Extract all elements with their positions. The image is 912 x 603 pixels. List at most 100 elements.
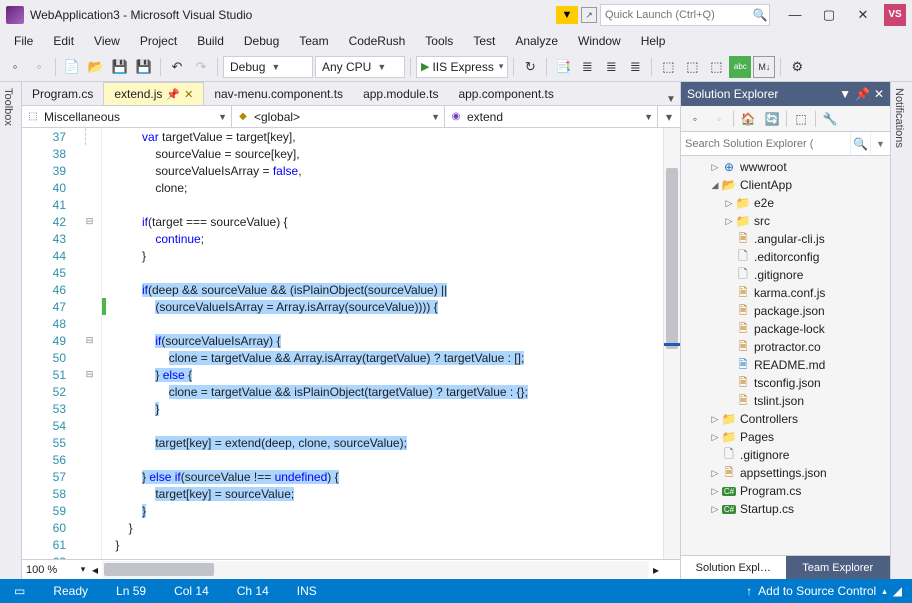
status-ins[interactable]: INS <box>283 584 331 598</box>
document-tab[interactable]: extend.js📌✕ <box>103 82 204 105</box>
solution-search-input[interactable] <box>681 132 850 155</box>
tab-solution-explorer[interactable]: Solution Expl… <box>681 556 786 579</box>
notifications-tab[interactable]: Notifications <box>891 82 907 154</box>
tree-node[interactable]: 🗋.gitignore <box>681 266 890 284</box>
se-properties[interactable]: 🔧 <box>820 109 840 129</box>
tree-node[interactable]: 🗋.editorconfig <box>681 248 890 266</box>
tree-node[interactable]: ▷📁Controllers <box>681 410 890 428</box>
tree-node[interactable]: 🗎.angular-cli.js <box>681 230 890 248</box>
tool-b[interactable]: ⬚ <box>681 56 703 78</box>
close-icon[interactable]: ✕ <box>874 87 884 101</box>
tree-node[interactable]: ▷📁e2e <box>681 194 890 212</box>
vs-account-badge[interactable]: VS <box>884 4 906 26</box>
tree-node[interactable]: 🗎README.md <box>681 356 890 374</box>
zoom-level[interactable]: 100 % <box>22 564 78 576</box>
close-icon[interactable]: ✕ <box>184 88 193 101</box>
redo-button[interactable]: ↷ <box>190 56 212 78</box>
tree-node[interactable]: 🗎package.json <box>681 302 890 320</box>
code-content[interactable]: var targetValue = target[key], sourceVal… <box>102 128 663 559</box>
tree-node[interactable]: ▷C#Program.cs <box>681 482 890 500</box>
document-tab[interactable]: nav-menu.component.ts <box>204 83 353 105</box>
document-tab[interactable]: app.module.ts <box>353 83 448 105</box>
tree-node[interactable]: 🗎protractor.co <box>681 338 890 356</box>
document-tab[interactable]: Program.cs <box>22 83 103 105</box>
tool-f[interactable]: ⚙ <box>786 56 808 78</box>
quick-launch-input[interactable] <box>601 9 751 21</box>
horizontal-scrollbar[interactable] <box>102 561 649 578</box>
tool-a[interactable]: ⬚ <box>657 56 679 78</box>
tool-d[interactable]: abc <box>729 56 751 78</box>
feedback-button[interactable]: ↗ <box>581 7 597 23</box>
undo-button[interactable]: ↶ <box>166 56 188 78</box>
vertical-scrollbar[interactable] <box>663 128 680 559</box>
pin-icon[interactable]: 📌 <box>855 87 870 101</box>
maximize-button[interactable]: ▢ <box>812 4 846 26</box>
tree-node[interactable]: ◢📂ClientApp <box>681 176 890 194</box>
menu-team[interactable]: Team <box>289 32 338 50</box>
tree-node[interactable]: 🗎karma.conf.js <box>681 284 890 302</box>
document-tab[interactable]: app.component.ts <box>448 83 563 105</box>
nav-back-button[interactable]: ◦ <box>4 56 26 78</box>
toggle-1[interactable]: 📑 <box>552 56 574 78</box>
nav-forward-button[interactable]: ◦ <box>28 56 50 78</box>
open-file-button[interactable]: 📂 <box>85 56 107 78</box>
search-icon[interactable]: 🔍 <box>850 132 870 155</box>
new-project-button[interactable]: 📄 <box>61 56 83 78</box>
nav-combo-type[interactable]: ◆<global>▼ <box>232 106 445 127</box>
toggle-4[interactable]: ≣ <box>624 56 646 78</box>
toolbox-tab[interactable]: Toolbox <box>0 82 16 132</box>
se-showall[interactable]: ⬚ <box>791 109 811 129</box>
nav-combo-scope[interactable]: ⬚Miscellaneous▼ <box>22 106 232 127</box>
menu-analyze[interactable]: Analyze <box>505 32 568 50</box>
nav-combo-member[interactable]: ◉extend▼ <box>445 106 658 127</box>
code-editor[interactable]: 3738394041424344454647484950515253545556… <box>22 128 680 559</box>
add-source-control[interactable]: Add to Source Control <box>758 584 876 598</box>
tree-node[interactable]: ▷🗎appsettings.json <box>681 464 890 482</box>
close-button[interactable]: ✕ <box>846 4 880 26</box>
se-sync[interactable]: 🔄 <box>762 109 782 129</box>
platform-combo[interactable]: Any CPU▼ <box>315 56 405 78</box>
menu-file[interactable]: File <box>4 32 43 50</box>
tree-node[interactable]: 🗎tsconfig.json <box>681 374 890 392</box>
menu-build[interactable]: Build <box>187 32 234 50</box>
se-fwd[interactable]: ◦ <box>709 109 729 129</box>
solution-tree[interactable]: ▷⊕wwwroot◢📂ClientApp▷📁e2e▷📁src🗎.angular-… <box>681 156 890 555</box>
tool-e[interactable]: M↓ <box>753 56 775 78</box>
menu-debug[interactable]: Debug <box>234 32 289 50</box>
save-all-button[interactable]: 💾 <box>133 56 155 78</box>
tool-c[interactable]: ⬚ <box>705 56 727 78</box>
source-control-icon[interactable]: ↑ <box>746 584 752 598</box>
menu-tools[interactable]: Tools <box>415 32 463 50</box>
quick-launch-search[interactable]: 🔍 <box>600 4 770 26</box>
menu-edit[interactable]: Edit <box>43 32 84 50</box>
tab-team-explorer[interactable]: Team Explorer <box>786 556 891 579</box>
tree-node[interactable]: 🗎package-lock <box>681 320 890 338</box>
se-home[interactable]: 🏠 <box>738 109 758 129</box>
menu-window[interactable]: Window <box>568 32 631 50</box>
toggle-3[interactable]: ≣ <box>600 56 622 78</box>
tree-node[interactable]: ▷⊕wwwroot <box>681 158 890 176</box>
tree-node[interactable]: ▷📁src <box>681 212 890 230</box>
toggle-2[interactable]: ≣ <box>576 56 598 78</box>
pin-icon[interactable]: 📌 <box>166 88 180 101</box>
folding-gutter[interactable]: ⊟⊟⊟ <box>78 128 102 559</box>
tree-node[interactable]: 🗎tslint.json <box>681 392 890 410</box>
feedback-flag-icon[interactable]: ▼ <box>556 6 578 24</box>
split-editor-button[interactable]: ▾ <box>658 106 680 127</box>
tree-node[interactable]: 🗋.gitignore <box>681 446 890 464</box>
menu-coderush[interactable]: CodeRush <box>339 32 416 50</box>
browser-link-button[interactable]: ↻ <box>519 56 541 78</box>
menu-test[interactable]: Test <box>463 32 505 50</box>
tab-overflow-button[interactable]: ▼ <box>662 94 680 105</box>
se-back[interactable]: ◦ <box>685 109 705 129</box>
tree-node[interactable]: ▷📁Pages <box>681 428 890 446</box>
run-button[interactable]: ▶IIS Express▾ <box>416 56 508 78</box>
search-dropdown-icon[interactable]: ▼ <box>870 132 890 155</box>
minimize-button[interactable]: — <box>778 4 812 26</box>
solution-explorer-header[interactable]: Solution Explorer ▼ 📌 ✕ <box>681 82 890 106</box>
tree-node[interactable]: ▷C#Startup.cs <box>681 500 890 518</box>
save-button[interactable]: 💾 <box>109 56 131 78</box>
resize-grip[interactable]: ◢ <box>893 584 902 598</box>
menu-view[interactable]: View <box>84 32 130 50</box>
dropdown-icon[interactable]: ▼ <box>839 87 851 101</box>
